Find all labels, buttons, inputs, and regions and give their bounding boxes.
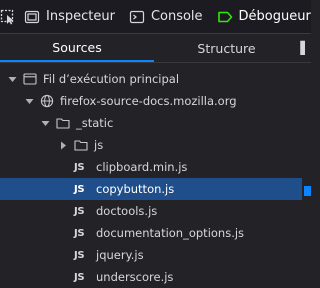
inspector-icon xyxy=(24,9,40,25)
tree-item-file[interactable]: JS clipboard.min.js xyxy=(0,156,302,178)
element-picker-icon xyxy=(0,9,14,24)
js-file-icon: JS xyxy=(74,205,85,217)
tree-item-folder-js[interactable]: js xyxy=(0,134,302,156)
collapsed-arrow-icon xyxy=(58,140,68,150)
tree-item-domain[interactable]: firefox-source-docs.mozilla.org xyxy=(0,90,302,112)
tab-sources[interactable]: Sources xyxy=(0,34,154,62)
expanded-arrow-icon xyxy=(7,74,17,84)
tree-item-label: js xyxy=(94,138,104,152)
tab-inspector[interactable]: Inspecteur xyxy=(18,0,123,33)
tree-item-label: Fil d’exécution principal xyxy=(43,72,180,86)
tree-item-folder-static[interactable]: _static xyxy=(0,112,302,134)
tree-item-label: clipboard.min.js xyxy=(96,160,188,174)
folder-icon xyxy=(74,138,88,152)
window-icon xyxy=(23,72,37,86)
devtools-toolbar: Inspecteur Console Débogueur xyxy=(0,0,311,34)
console-icon xyxy=(129,9,145,25)
expanded-arrow-icon xyxy=(40,118,50,128)
tree-item-label: copybutton.js xyxy=(96,182,175,196)
js-file-icon: JS xyxy=(74,161,85,173)
tree-scrollbar[interactable] xyxy=(302,63,311,285)
folder-icon xyxy=(56,116,70,130)
tree-item-label: doctools.js xyxy=(96,204,158,218)
js-file-icon: JS xyxy=(74,227,85,239)
tree-item-file-selected[interactable]: JS copybutton.js xyxy=(0,178,302,200)
globe-icon xyxy=(40,94,54,108)
tab-label: Inspecteur xyxy=(46,9,115,24)
tree-item-label: firefox-source-docs.mozilla.org xyxy=(60,94,237,108)
tab-structure[interactable]: Structure xyxy=(154,34,299,62)
tab-debugger[interactable]: Débogueur xyxy=(211,0,311,33)
tree-item-label: jquery.js xyxy=(96,248,144,262)
tab-label: Structure xyxy=(197,40,256,56)
tab-label: Console xyxy=(150,9,203,24)
tree-item-main-thread[interactable]: Fil d’exécution principal xyxy=(0,68,302,90)
debugger-icon xyxy=(217,9,233,25)
selected-position-marker xyxy=(304,186,311,196)
more-tabs-indicator: ▌ xyxy=(300,41,310,55)
tree-item-label: _static xyxy=(76,116,114,130)
tree-item-label: documentation_options.js xyxy=(96,226,245,240)
tree-item-file[interactable]: JS doctools.js xyxy=(0,200,302,222)
sources-tree: Fil d’exécution principal firefox-source… xyxy=(0,63,311,285)
tab-label: Débogueur xyxy=(238,9,311,24)
tree-item-label: underscore.js xyxy=(96,270,174,284)
js-file-icon: JS xyxy=(74,183,85,195)
tab-label: Sources xyxy=(52,39,102,55)
source-panel-tabs: Sources Structure ▌ xyxy=(0,34,311,62)
js-file-icon: JS xyxy=(74,271,85,283)
expanded-arrow-icon xyxy=(24,96,34,106)
element-picker-button[interactable] xyxy=(0,0,16,33)
tree-item-file[interactable]: JS jquery.js xyxy=(0,244,302,266)
js-file-icon: JS xyxy=(74,249,85,261)
tab-console[interactable]: Console xyxy=(123,0,211,33)
tree-item-file[interactable]: JS documentation_options.js xyxy=(0,222,302,244)
